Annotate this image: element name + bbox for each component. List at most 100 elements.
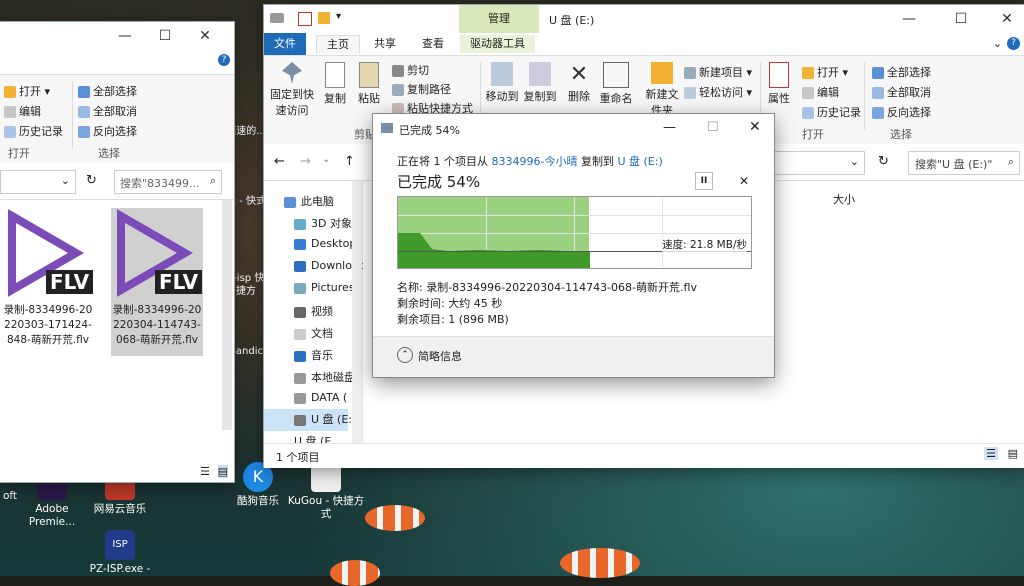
address-bar[interactable]: ⌄ — [774, 151, 865, 175]
tab-home[interactable]: 主页 — [316, 35, 360, 54]
nav-item-usb[interactable]: U 盘 (E — [294, 433, 331, 443]
copy-path-icon — [392, 84, 404, 96]
select-all-button[interactable]: 全部选择 — [78, 83, 137, 99]
dialog-footer: ⌃ 简略信息 — [373, 336, 774, 377]
context-tab-group: 管理 — [459, 5, 539, 33]
details-view-icon[interactable]: ☰ — [200, 465, 210, 478]
properties-icon — [769, 62, 789, 88]
source-link[interactable]: 8334996-今小晴 — [492, 155, 578, 168]
paste-button[interactable]: 粘贴 — [354, 62, 384, 106]
copy-icon — [325, 62, 345, 88]
nav-item-usb-selected[interactable]: U 盘 (E: — [264, 409, 352, 431]
close-button[interactable]: ✕ — [992, 11, 1022, 27]
edit-button[interactable]: 编辑 — [802, 84, 839, 100]
address-bar[interactable]: ⌄ — [0, 170, 76, 194]
scrollbar[interactable] — [222, 200, 232, 430]
destination-link[interactable]: U 盘 (E:) — [617, 155, 662, 168]
delete-button[interactable]: ✕ 删除 — [562, 62, 596, 104]
nav-item-data[interactable]: DATA ( — [294, 391, 347, 404]
quick-access-dropdown-icon[interactable]: ▾ — [336, 11, 341, 22]
ribbon-separator — [864, 62, 865, 130]
maximize-button[interactable]: ☐ — [707, 120, 719, 135]
forward-arrow-icon[interactable]: → — [300, 154, 311, 169]
recent-dropdown-icon[interactable]: ⌄ — [322, 154, 330, 165]
large-icons-view-icon[interactable]: ▤ — [217, 465, 228, 478]
copy-to-button[interactable]: 复制到 — [522, 62, 558, 104]
maximize-button[interactable]: ☐ — [946, 11, 976, 27]
dialog-titlebar: 已完成 54% — ☐ ✕ — [373, 114, 774, 144]
folder-quick-icon[interactable] — [318, 12, 330, 24]
left-window-titlebar: — ☐ ✕ — [0, 22, 234, 48]
tab-view[interactable]: 查看 — [412, 35, 454, 53]
invert-selection-button[interactable]: 反向选择 — [78, 123, 137, 139]
easy-access-button[interactable]: 轻松访问 ▾ — [684, 84, 752, 100]
nav-item-music[interactable]: 音乐 — [294, 347, 333, 363]
select-none-button[interactable]: 全部取消 — [78, 103, 137, 119]
search-input[interactable]: 搜索"833499... ⌕ — [114, 170, 222, 194]
rename-button[interactable]: 重命名 — [598, 62, 634, 106]
column-header-size[interactable]: 大小 — [833, 191, 855, 207]
left-explorer-window: — ☐ ✕ ? 打开 ▾ 编辑 历史记录 打开 全部选择 全部取消 反向选择 选… — [0, 22, 234, 482]
nav-scrollbar[interactable] — [352, 181, 362, 443]
minimize-button[interactable]: — — [894, 11, 924, 27]
close-button[interactable]: ✕ — [190, 28, 220, 44]
properties-quick-icon[interactable] — [298, 12, 312, 26]
tab-drive-tools[interactable]: 驱动器工具 — [460, 35, 535, 53]
nav-item-local-disk[interactable]: 本地磁盘 — [294, 369, 355, 385]
file-item[interactable]: FLV 录制-8334996-20220303-171424-848-萌新开荒.… — [2, 208, 94, 356]
close-button[interactable]: ✕ — [749, 119, 761, 135]
nav-item-videos[interactable]: 视频 — [294, 303, 333, 319]
copy-button[interactable]: 复制 — [320, 62, 350, 106]
nav-item-pictures[interactable]: Pictures — [294, 281, 355, 294]
copy-path-button[interactable]: 复制路径 — [392, 81, 451, 97]
select-all-button[interactable]: 全部选择 — [872, 64, 931, 80]
nav-item-3d[interactable]: 3D 对象 — [294, 215, 352, 231]
cut-button[interactable]: 剪切 — [392, 62, 429, 78]
pause-button[interactable]: II — [695, 172, 713, 190]
nav-item-documents[interactable]: 文档 — [294, 325, 333, 341]
maximize-button[interactable]: ☐ — [150, 28, 180, 44]
document-icon — [294, 328, 306, 340]
flv-badge: FLV — [155, 270, 203, 294]
help-icon[interactable]: ? — [1007, 37, 1020, 50]
copy-progress-dialog: 已完成 54% — ☐ ✕ 正在将 1 个项目从 8334996-今小晴 复制到… — [373, 114, 774, 377]
pin-quick-access-button[interactable]: 固定到快速访问 — [268, 62, 316, 118]
details-view-icon[interactable]: ☰ — [984, 447, 998, 460]
tab-file[interactable]: 文件 — [264, 33, 306, 55]
invert-selection-button[interactable]: 反向选择 — [872, 104, 931, 120]
minimize-button[interactable]: — — [663, 120, 676, 135]
cancel-button[interactable]: ✕ — [739, 174, 749, 188]
fish-decoration — [330, 560, 380, 586]
up-arrow-icon[interactable]: ↑ — [344, 154, 355, 169]
back-arrow-icon[interactable]: ← — [274, 154, 285, 169]
open-button[interactable]: 打开 ▾ — [4, 83, 50, 99]
tab-share[interactable]: 共享 — [364, 35, 406, 53]
minimize-button[interactable]: — — [110, 28, 140, 44]
search-input[interactable]: 搜索"U 盘 (E:)" ⌕ — [908, 151, 1020, 175]
less-info-button[interactable]: 简略信息 — [418, 348, 462, 364]
nav-item-desktop[interactable]: Desktop — [294, 237, 356, 250]
new-item-button[interactable]: 新建项目 ▾ — [684, 64, 752, 80]
edit-button[interactable]: 编辑 — [4, 103, 41, 119]
help-icon[interactable]: ? — [218, 54, 230, 66]
refresh-icon[interactable]: ↻ — [86, 173, 97, 188]
select-none-button[interactable]: 全部取消 — [872, 84, 931, 100]
history-button[interactable]: 历史记录 — [4, 123, 63, 139]
refresh-icon[interactable]: ↻ — [878, 154, 889, 169]
collapse-ribbon-icon[interactable]: ⌄ — [993, 37, 1002, 50]
nav-item-this-pc[interactable]: 此电脑 — [284, 193, 334, 209]
history-button[interactable]: 历史记录 — [802, 104, 861, 120]
large-icons-view-icon[interactable]: ▤ — [1008, 447, 1018, 460]
desktop-icon-kugou-shortcut[interactable]: KuGou - 快捷方式 — [286, 462, 366, 521]
properties-button[interactable]: 属性 — [764, 62, 794, 106]
open-button[interactable]: 打开 ▾ — [802, 64, 848, 80]
desktop-icon-pzisp[interactable]: ISP PZ-ISP.exe - — [80, 530, 160, 576]
file-name-line: 名称: 录制-8334996-20220304-114743-068-萌新开荒.… — [397, 281, 697, 294]
chevron-down-icon: ⌄ — [849, 155, 859, 168]
move-to-button[interactable]: 移动到 — [484, 62, 520, 104]
status-text: 1 个项目 — [276, 451, 320, 464]
new-folder-button[interactable]: 新建文件夹 — [644, 62, 680, 118]
chevron-up-icon[interactable]: ⌃ — [397, 347, 413, 363]
file-item-selected[interactable]: FLV 录制-8334996-20220304-114743-068-萌新开荒.… — [111, 208, 203, 356]
cube-icon — [294, 218, 306, 230]
